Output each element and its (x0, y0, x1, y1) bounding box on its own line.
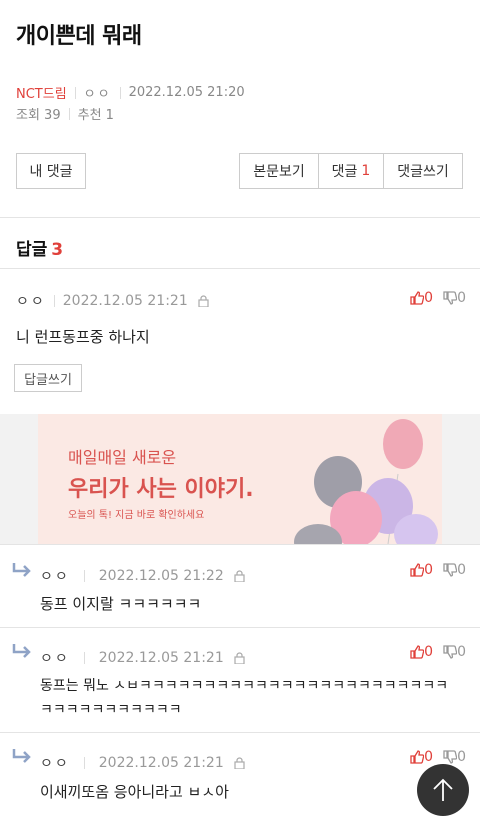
thumbs-up-icon (410, 750, 425, 764)
ad-line3: 오늘의 톡! 지금 바로 확인하세요 (68, 510, 205, 521)
reply-text-line: ㅋㅋㅋㅋㅋㅋㅋㅋㅋㅋㅋ (40, 702, 182, 718)
thumbs-down-icon (443, 645, 458, 659)
write-reply-label: 답글쓰기 (24, 372, 72, 388)
comment-author: ㅇㅇ (16, 294, 46, 310)
arrow-up-icon (433, 778, 453, 801)
divider (74, 86, 76, 99)
reply-datetime: 2022.12.05 21:22 (98, 568, 224, 584)
reply-text-line: 동프는 뭐노 ㅅㅂㅋㅋㅋㅋㅋㅋㅋㅋㅋㅋㅋㅋㅋㅋㅋㅋㅋㅋㅋㅋㅋㅋㅋㅋ (40, 678, 449, 694)
divider (83, 652, 85, 664)
thumbs-up-icon (410, 291, 425, 305)
reply-header: ㅇㅇ 2022.12.05 21:21 (40, 753, 245, 773)
comment-text: 니 런프동프중 하나지 (16, 328, 150, 346)
view-count: 조회 39 (16, 108, 61, 123)
scroll-to-top-button[interactable] (417, 764, 469, 816)
thumbs-down-icon (443, 291, 458, 305)
like-button[interactable]: 0 (410, 644, 433, 660)
thumbs-up-icon (410, 645, 425, 659)
reply-arrow-icon (12, 749, 31, 763)
view-post-button[interactable]: 본문보기 (239, 153, 319, 189)
divider (0, 627, 480, 628)
reply-text: 동프는 뭐노 ㅅㅂㅋㅋㅋㅋㅋㅋㅋㅋㅋㅋㅋㅋㅋㅋㅋㅋㅋㅋㅋㅋㅋㅋㅋㅋ ㅋㅋㅋㅋㅋㅋ… (40, 674, 448, 722)
dislike-button[interactable]: 0 (443, 749, 466, 765)
reply-text: 동프 이지랄 ㅋㅋㅋㅋㅋㅋ (40, 595, 202, 613)
lock-icon (234, 570, 245, 582)
reply-arrow-icon (12, 644, 31, 658)
divider (83, 757, 85, 769)
reply-author: ㅇㅇ (40, 651, 70, 667)
dislike-button[interactable]: 0 (443, 290, 466, 306)
divider (0, 544, 480, 545)
write-reply-button[interactable]: 답글쓰기 (14, 364, 82, 392)
ad-content[interactable]: 매일매일 새로운 우리가 사는 이야기. 오늘의 톡! 지금 바로 확인하세요 (38, 414, 442, 544)
reply-votes: 0 0 (410, 644, 466, 660)
like-button[interactable]: 0 (410, 562, 433, 578)
dislike-count: 0 (457, 749, 466, 765)
write-comment-label: 댓글쓰기 (397, 164, 449, 180)
reply-author: ㅇㅇ (40, 756, 70, 772)
board-name[interactable]: NCT드림 (16, 83, 67, 102)
comments-label: 댓글 (331, 164, 358, 180)
post-stats: 조회 39 추천 1 (16, 104, 114, 123)
like-count: 0 (424, 290, 434, 306)
lock-icon (234, 652, 245, 664)
like-count: 0 (424, 749, 434, 765)
like-count: 0 (424, 562, 434, 578)
ad-line1: 매일매일 새로운 (68, 448, 177, 467)
post-meta: NCT드림 ㅇㅇ 2022.12.05 21:20 (16, 83, 245, 102)
reply-votes: 0 0 (410, 749, 466, 765)
reply-header: ㅇㅇ 2022.12.05 21:21 (40, 648, 245, 668)
reply-arrow-icon (12, 563, 31, 577)
comments-button[interactable]: 댓글 1 (318, 153, 384, 189)
divider (83, 570, 85, 582)
dislike-button[interactable]: 0 (443, 562, 466, 578)
comments-count: 1 (361, 163, 371, 179)
reply-datetime: 2022.12.05 21:21 (98, 650, 224, 666)
comment-datetime: 2022.12.05 21:21 (62, 293, 188, 309)
view-post-label: 본문보기 (253, 164, 305, 180)
lock-icon (234, 757, 245, 769)
comment-header: ㅇㅇ 2022.12.05 21:21 (16, 291, 209, 311)
like-button[interactable]: 0 (410, 290, 433, 306)
reply-votes: 0 0 (410, 562, 466, 578)
balloons-image (294, 419, 438, 544)
post-author: ㅇㅇ (83, 87, 112, 102)
recommend-count: 추천 1 (77, 108, 114, 123)
reply-header: ㅇㅇ 2022.12.05 21:22 (40, 566, 245, 586)
ad-banner[interactable]: 매일매일 새로운 우리가 사는 이야기. 오늘의 톡! 지금 바로 확인하세요 (0, 414, 480, 544)
dislike-count: 0 (457, 644, 466, 660)
lock-icon (198, 295, 209, 307)
my-comments-label: 내 댓글 (29, 164, 73, 180)
divider (0, 732, 480, 733)
divider (119, 86, 121, 99)
reply-datetime: 2022.12.05 21:21 (98, 755, 224, 771)
dislike-button[interactable]: 0 (443, 644, 466, 660)
thumbs-up-icon (410, 563, 425, 577)
replies-count: 3 (51, 240, 64, 260)
divider (0, 217, 480, 218)
thumbs-down-icon (443, 750, 458, 764)
replies-title: 답글 (16, 240, 48, 260)
ad-headline: 우리가 사는 이야기. (68, 477, 254, 502)
thumbs-down-icon (443, 563, 458, 577)
post-title: 개이쁜데 뭐래 (16, 24, 142, 49)
reply-author: ㅇㅇ (40, 569, 70, 585)
my-comments-button[interactable]: 내 댓글 (16, 153, 86, 189)
divider (53, 295, 55, 307)
like-button[interactable]: 0 (410, 749, 433, 765)
post-datetime: 2022.12.05 21:20 (128, 85, 245, 100)
reply-text: 이새끼또옴 응아니라고 ㅂㅅ아 (40, 783, 229, 801)
like-count: 0 (424, 644, 434, 660)
dislike-count: 0 (457, 562, 466, 578)
comment-votes: 0 0 (410, 290, 466, 306)
divider (0, 268, 480, 269)
write-comment-button[interactable]: 댓글쓰기 (383, 153, 463, 189)
divider (68, 107, 70, 120)
replies-section-title: 답글 3 (16, 235, 63, 260)
dislike-count: 0 (457, 290, 466, 306)
